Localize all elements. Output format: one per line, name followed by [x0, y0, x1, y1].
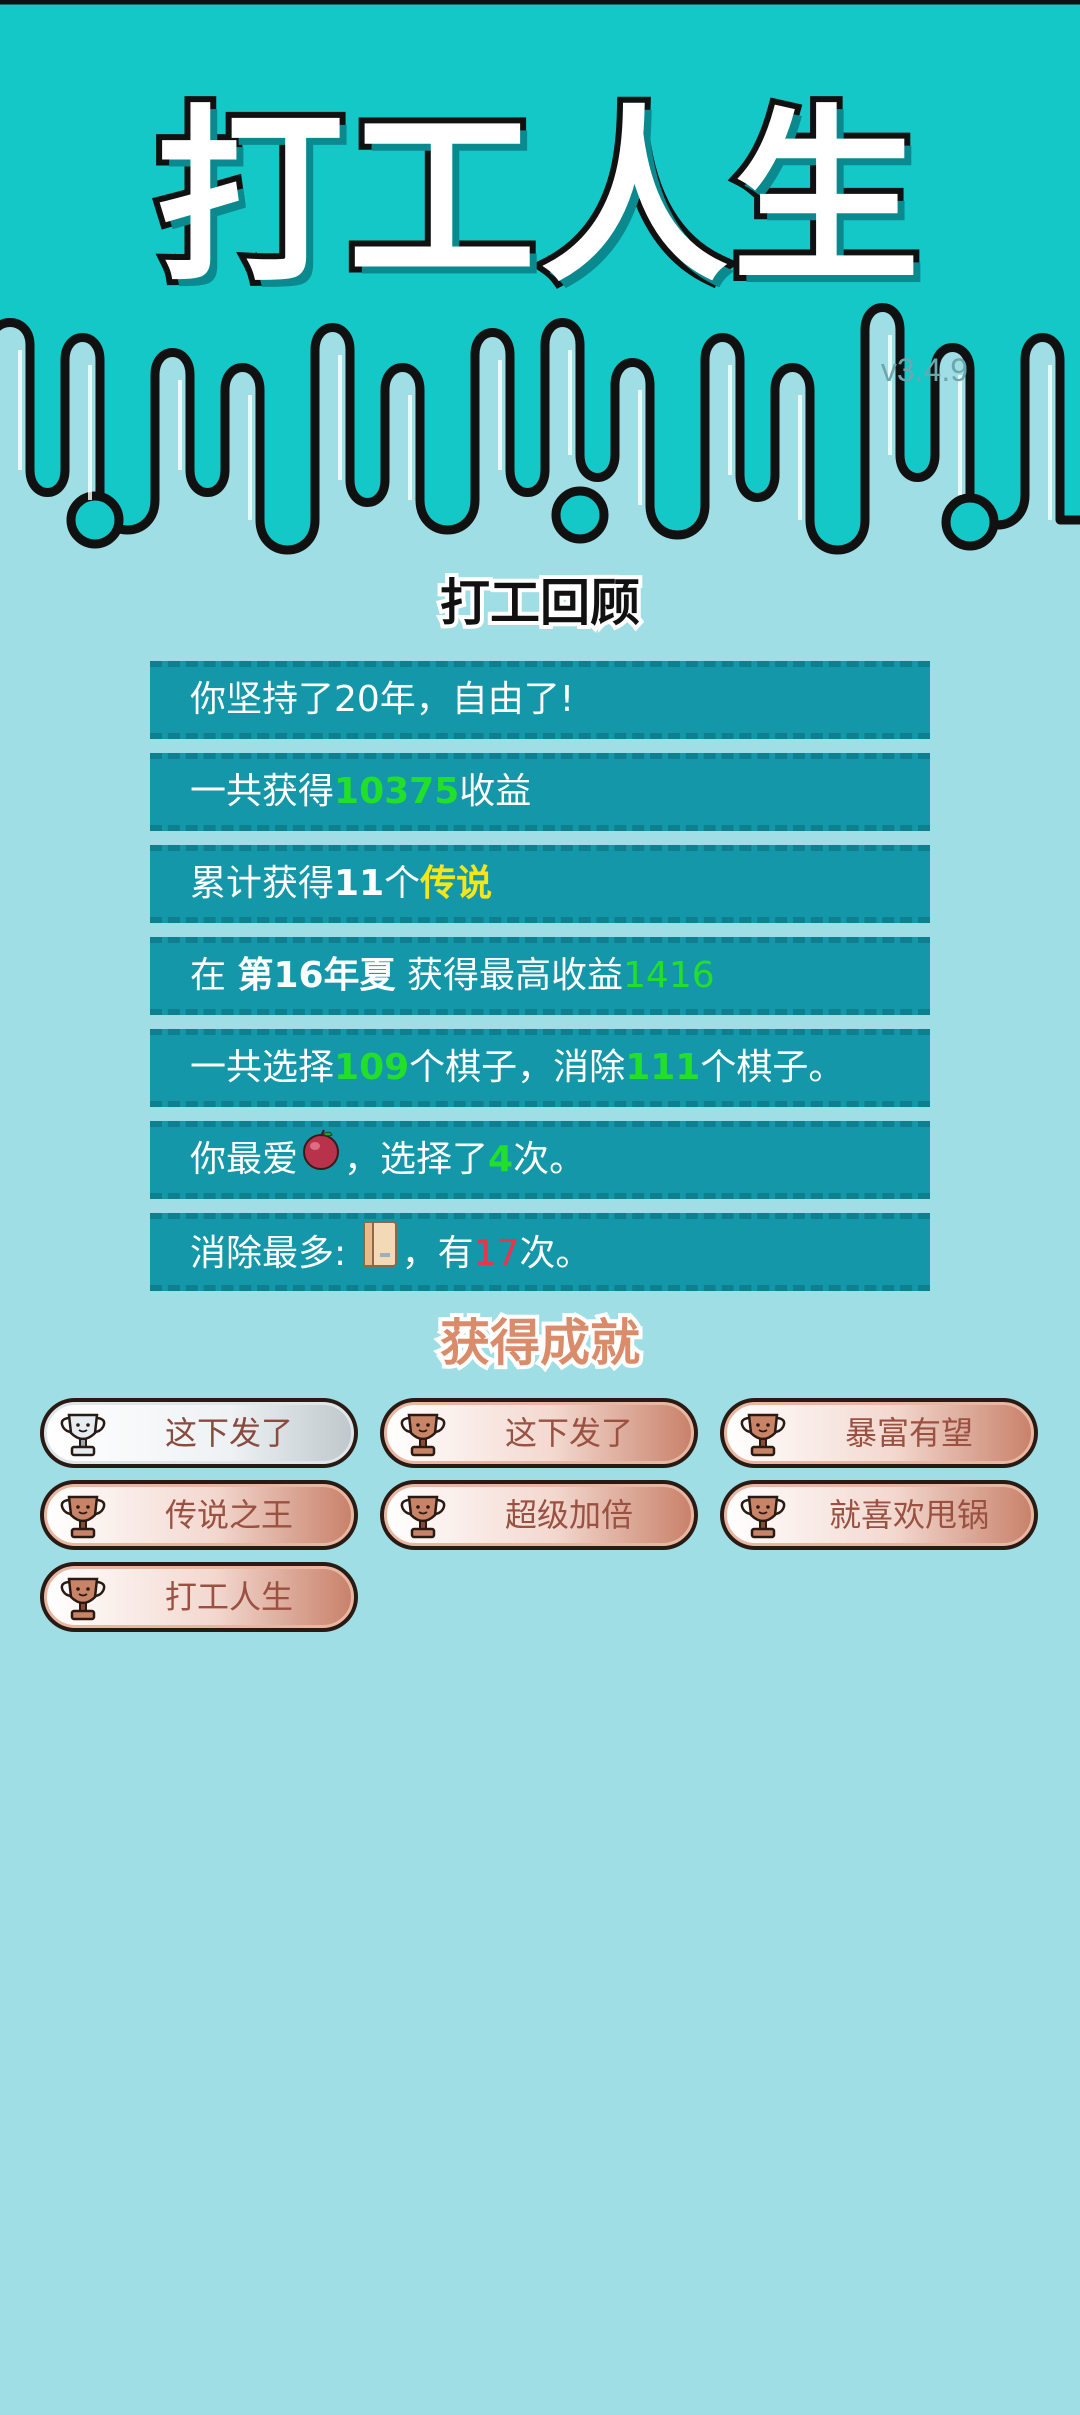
review-list: 你坚持了20年，自由了! 一共获得10375收益 累计获得11个传说在 第16年夏 … [150, 661, 930, 1305]
trophy-icon [735, 1489, 791, 1549]
achievement-badge[interactable]: 暴富有望 [720, 1398, 1038, 1468]
review-text: 你最爱 [190, 1139, 299, 1180]
version-label: v3.4.9 [880, 352, 968, 388]
trophy-icon [55, 1407, 111, 1467]
achievement-label: 这下发了 [504, 1414, 633, 1452]
review-row: 你坚持了20年，自由了! [150, 661, 930, 739]
review-heading: 打工回顾 [436, 574, 644, 632]
review-highlight: 11 [334, 863, 385, 904]
review-highlight: 第16年夏 [237, 955, 396, 996]
achievement-badge[interactable]: 打工人生 [40, 1562, 358, 1632]
trophy-icon [55, 1489, 111, 1549]
review-text: 收益 [459, 771, 532, 812]
review-row: 你最爱 ，选择了4次。 [150, 1121, 930, 1199]
review-text: 个棋子，消除 [409, 1047, 626, 1088]
review-text: ，选择了 [344, 1139, 489, 1180]
review-highlight: 10375 [334, 771, 460, 812]
achievement-badge[interactable]: 这下发了 [40, 1398, 358, 1468]
review-row: 消除最多: ，有17次。 [150, 1213, 930, 1291]
achievements-heading: 获得成就 [436, 1314, 644, 1372]
achievement-badge[interactable]: 传说之王 [40, 1480, 358, 1550]
review-text: 次。 [519, 1233, 592, 1274]
review-row: 一共选择109个棋子，消除111个棋子。 [150, 1029, 930, 1107]
review-highlight: 111 [625, 1047, 701, 1088]
review-row: 在 第16年夏 获得最高收益1416 [150, 937, 930, 1015]
review-text: 一共获得 [190, 771, 335, 812]
review-text: 个棋子。 [700, 1047, 845, 1088]
review-text: 消除最多: [190, 1233, 358, 1274]
review-highlight: 109 [334, 1047, 410, 1088]
trophy-icon [735, 1407, 791, 1467]
game-title: 打工人生 [150, 89, 926, 308]
achievement-badge[interactable]: 就喜欢甩锅 [720, 1480, 1038, 1550]
review-row: 累计获得11个传说 [150, 845, 930, 923]
review-highlight: 17 [473, 1233, 520, 1274]
achievement-badge[interactable]: 这下发了 [380, 1398, 698, 1468]
review-row: 一共获得10375收益 [150, 753, 930, 831]
achievement-badge[interactable]: 超级加倍 [380, 1480, 698, 1550]
review-text: 你坚持了20年，自由了! [190, 679, 575, 720]
book-icon [360, 1219, 400, 1291]
review-text: 获得最高收益 [395, 955, 624, 996]
review-text: 个 [384, 863, 421, 904]
review-highlight: 传说 [420, 863, 493, 904]
review-highlight: 1416 [623, 955, 715, 996]
review-text: 一共选择 [190, 1047, 335, 1088]
achievement-label: 就喜欢甩锅 [828, 1496, 989, 1534]
achievement-label: 暴富有望 [844, 1414, 973, 1452]
trophy-icon [395, 1407, 451, 1467]
achievement-label: 超级加倍 [504, 1496, 633, 1534]
achievement-label: 传说之王 [164, 1496, 293, 1534]
review-text: ，有 [401, 1233, 474, 1274]
trophy-icon [55, 1571, 111, 1631]
review-text: 在 [190, 955, 238, 996]
header-banner: 打工人生 v3.4.9 [0, 0, 1080, 560]
review-text: 累计获得 [190, 863, 335, 904]
plum-icon [300, 1128, 342, 1194]
achievement-label: 这下发了 [164, 1414, 293, 1452]
review-text: 次。 [513, 1139, 586, 1180]
trophy-icon [395, 1489, 451, 1549]
achievement-label: 打工人生 [164, 1578, 293, 1616]
review-highlight: 4 [488, 1139, 514, 1180]
